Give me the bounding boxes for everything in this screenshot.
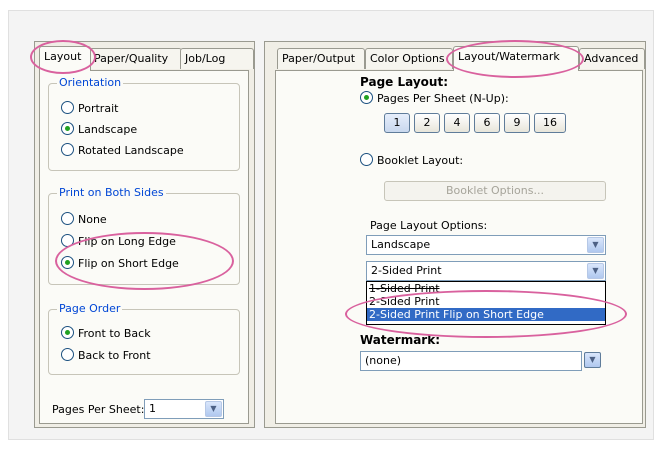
booklet-options-button[interactable]: Booklet Options...: [384, 181, 606, 201]
radio-none[interactable]: None: [61, 212, 107, 226]
both-sides-legend: Print on Both Sides: [57, 186, 166, 199]
radio-button-icon: [61, 256, 74, 269]
orientation-legend: Orientation: [57, 76, 124, 89]
radio-button-icon: [61, 212, 74, 225]
radio-button-icon: [360, 153, 373, 166]
pages-per-sheet-select[interactable]: 1 ▼: [144, 399, 224, 419]
radio-booklet-layout[interactable]: Booklet Layout:: [360, 153, 463, 167]
radio-flip-long-edge[interactable]: Flip on Long Edge: [61, 234, 176, 248]
orientation-group: Orientation Portrait Landscape Rotated L…: [48, 76, 240, 171]
radio-pages-per-sheet[interactable]: Pages Per Sheet (N-Up):: [360, 91, 509, 105]
watermark-select[interactable]: (none): [360, 351, 582, 371]
page-layout-heading: Page Layout:: [360, 75, 448, 89]
nup-button-9[interactable]: 9: [504, 113, 530, 133]
chevron-down-icon[interactable]: ▼: [205, 401, 222, 417]
sided-print-select[interactable]: 2-Sided Print ▼: [366, 261, 606, 281]
tab-layout-watermark[interactable]: Layout/Watermark: [453, 46, 579, 71]
radio-rotated-landscape[interactable]: Rotated Landscape: [61, 143, 184, 157]
tab-job-log[interactable]: Job/Log: [180, 48, 254, 69]
radio-button-icon: [360, 91, 373, 104]
tab-advanced[interactable]: Advanced: [579, 48, 645, 69]
nup-button-4[interactable]: 4: [444, 113, 470, 133]
radio-button-icon: [61, 143, 74, 156]
watermark-chevron-down-icon[interactable]: ▼: [584, 352, 601, 368]
chevron-down-icon[interactable]: ▼: [587, 263, 604, 279]
radio-back-to-front[interactable]: Back to Front: [61, 348, 151, 362]
tab-layout[interactable]: Layout: [39, 46, 91, 71]
left-tab-body: Orientation Portrait Landscape Rotated L…: [39, 70, 249, 424]
watermark-heading: Watermark:: [360, 333, 440, 347]
right-dialog: Paper/Output Color Options Layout/Waterm…: [264, 41, 646, 428]
nup-button-1[interactable]: 1: [384, 113, 410, 133]
page-order-group: Page Order Front to Back Back to Front: [48, 302, 240, 375]
nup-button-6[interactable]: 6: [474, 113, 500, 133]
left-dialog: Layout Paper/Quality Job/Log Orientation…: [34, 41, 255, 428]
page-layout-options-label: Page Layout Options:: [370, 219, 488, 232]
pages-per-sheet-label: Pages Per Sheet:: [52, 403, 145, 416]
radio-flip-short-edge[interactable]: Flip on Short Edge: [61, 256, 179, 270]
radio-button-icon: [61, 122, 74, 135]
right-tab-strip: Paper/Output Color Options Layout/Waterm…: [277, 46, 645, 71]
radio-button-icon: [61, 326, 74, 339]
radio-landscape[interactable]: Landscape: [61, 122, 137, 136]
tab-paper-quality[interactable]: Paper/Quality: [89, 48, 182, 69]
nup-button-2[interactable]: 2: [414, 113, 440, 133]
radio-portrait[interactable]: Portrait: [61, 101, 118, 115]
dropdown-item-2-sided-short-edge[interactable]: 2-Sided Print Flip on Short Edge: [367, 308, 605, 321]
tab-paper-output[interactable]: Paper/Output: [277, 48, 365, 69]
radio-button-icon: [61, 348, 74, 361]
orientation-select[interactable]: Landscape ▼: [366, 235, 606, 255]
dropdown-item-1-sided[interactable]: 1-Sided Print: [367, 282, 605, 295]
dropdown-item-2-sided[interactable]: 2-Sided Print: [367, 295, 605, 308]
radio-button-icon: [61, 234, 74, 247]
left-tab-strip: Layout Paper/Quality Job/Log: [39, 46, 254, 71]
radio-front-to-back[interactable]: Front to Back: [61, 326, 151, 340]
tab-color-options[interactable]: Color Options: [365, 48, 453, 69]
chevron-down-icon[interactable]: ▼: [587, 237, 604, 253]
page-order-legend: Page Order: [57, 302, 123, 315]
sided-print-dropdown-list[interactable]: 1-Sided Print 2-Sided Print 2-Sided Prin…: [366, 281, 606, 325]
both-sides-group: Print on Both Sides None Flip on Long Ed…: [48, 186, 240, 285]
right-tab-body: Page Layout: Pages Per Sheet (N-Up): 1 2…: [275, 70, 643, 424]
nup-button-16[interactable]: 16: [534, 113, 566, 133]
radio-button-icon: [61, 101, 74, 114]
